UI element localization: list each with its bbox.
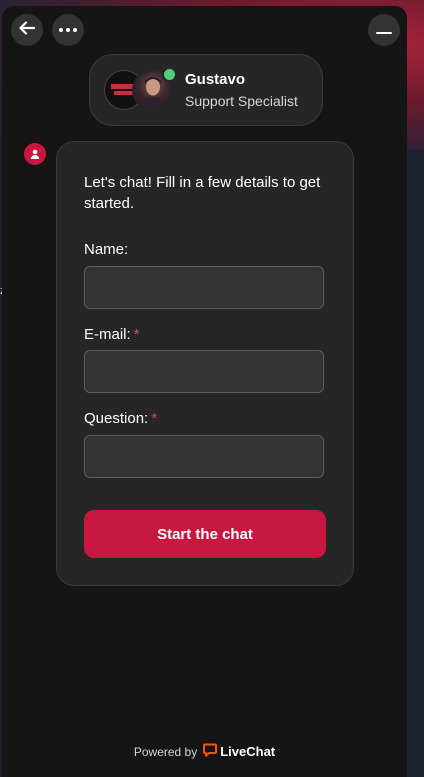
name-label: Name: bbox=[84, 241, 128, 258]
name-input[interactable] bbox=[84, 266, 324, 309]
online-status-indicator bbox=[162, 67, 177, 82]
back-button[interactable] bbox=[11, 14, 43, 46]
livechat-brand-link[interactable]: LiveChat bbox=[203, 743, 275, 760]
livechat-brand-text: LiveChat bbox=[220, 744, 276, 759]
agent-role: Support Specialist bbox=[185, 93, 298, 109]
more-horizontal-icon bbox=[59, 28, 77, 32]
powered-by-footer: Powered by LiveChat bbox=[2, 743, 407, 760]
powered-by-text: Powered by bbox=[133, 744, 198, 759]
agent-avatars bbox=[104, 67, 177, 111]
agent-name: Gustavo bbox=[185, 71, 246, 88]
more-options-button[interactable] bbox=[52, 14, 84, 46]
email-label-text: E-mail: bbox=[84, 326, 131, 343]
prechat-form: Let's chat! Fill in a few details to get… bbox=[56, 141, 354, 586]
email-label: E-mail: * bbox=[84, 326, 140, 343]
name-label-text: Name: bbox=[84, 241, 129, 258]
chat-widget: Gustavo Support Specialist Let's chat! F… bbox=[2, 6, 407, 777]
sender-avatar-icon bbox=[24, 143, 46, 165]
minimize-icon bbox=[376, 32, 392, 34]
arrow-left-icon bbox=[18, 19, 36, 42]
livechat-logo-icon bbox=[203, 743, 220, 760]
question-label-text: Question: bbox=[84, 410, 149, 427]
start-chat-button[interactable]: Start the chat bbox=[84, 510, 326, 558]
question-input[interactable] bbox=[84, 435, 324, 478]
required-marker: * bbox=[151, 410, 158, 427]
email-input[interactable] bbox=[84, 350, 324, 393]
agent-card: Gustavo Support Specialist bbox=[89, 54, 323, 126]
required-marker: * bbox=[133, 326, 140, 343]
minimize-button[interactable] bbox=[368, 14, 400, 46]
form-intro: Let's chat! Fill in a few details to get… bbox=[84, 174, 321, 212]
question-label: Question: * bbox=[84, 410, 157, 427]
